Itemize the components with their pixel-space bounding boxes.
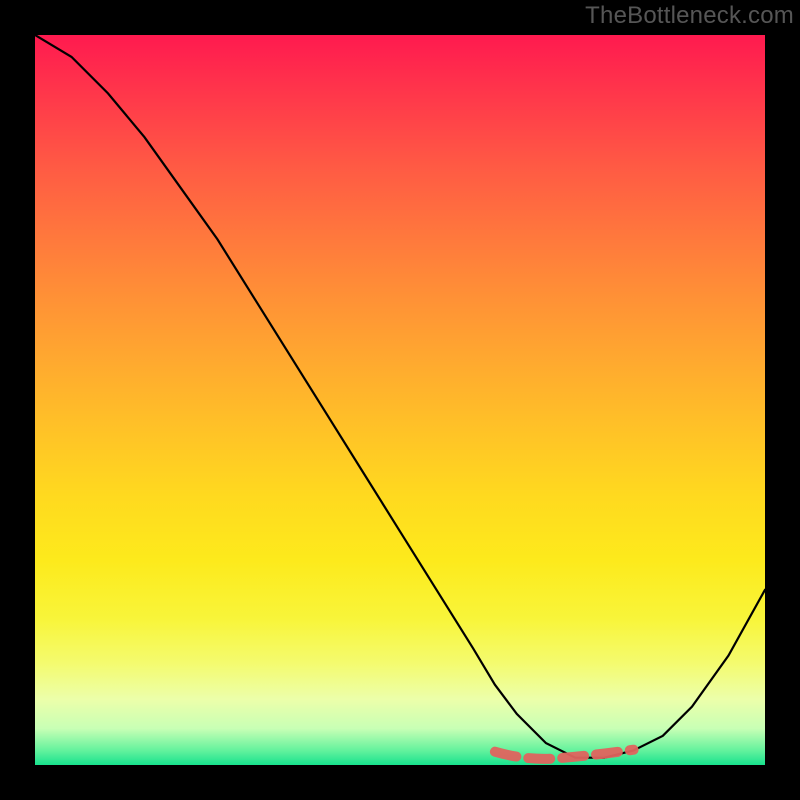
watermark-text: TheBottleneck.com: [585, 2, 794, 30]
plot-area: [35, 35, 765, 765]
chart-canvas: TheBottleneck.com: [0, 0, 800, 800]
chart-overlay: [35, 35, 765, 765]
bottleneck-curve: [35, 35, 765, 758]
